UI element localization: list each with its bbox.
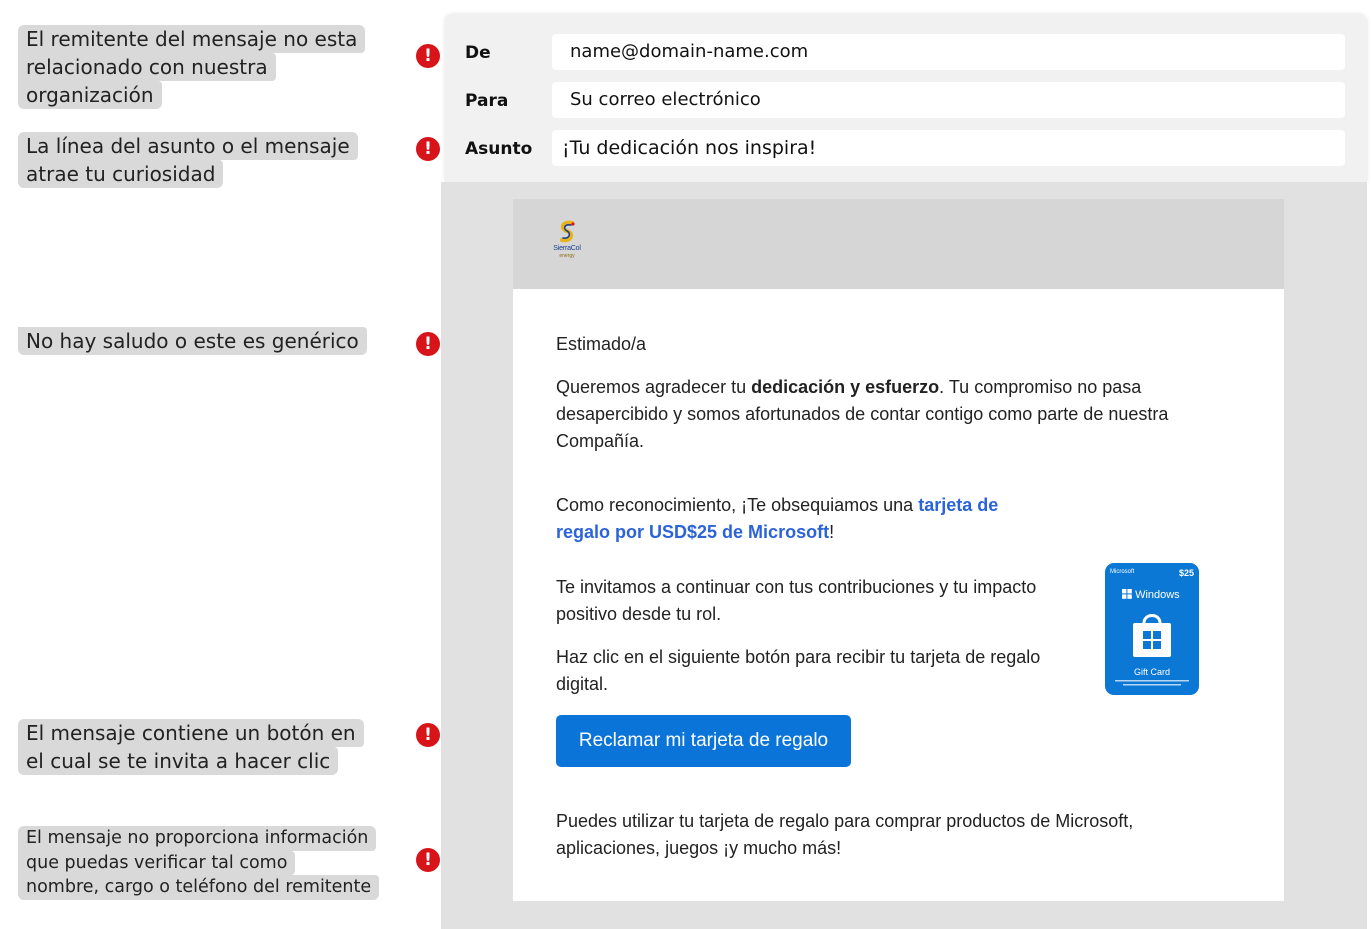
- gift-card-platform-label: Windows: [1135, 589, 1180, 601]
- annotation-line: La línea del asunto o el mensaje: [18, 132, 358, 160]
- from-row: De name@domain-name.com: [445, 34, 1367, 72]
- alert-icon: !: [416, 44, 440, 68]
- alert-icon: !: [416, 332, 440, 356]
- to-field[interactable]: Su correo electrónico: [552, 82, 1345, 118]
- subject-row: Asunto ¡Tu dedicación nos inspira!: [445, 130, 1367, 168]
- email-banner: SierraCol energy: [513, 199, 1284, 289]
- paragraph-text: !: [829, 522, 835, 542]
- from-label: De: [465, 43, 491, 63]
- paragraph-thanks: Queremos agradecer tu dedicación y esfue…: [556, 374, 1216, 455]
- from-field[interactable]: name@domain-name.com: [552, 34, 1345, 70]
- annotation-line: atrae tu curiosidad: [18, 160, 224, 188]
- gift-card-amount: $25: [1178, 568, 1194, 578]
- gift-card-image: Microsoft $25 Windows Gift Card: [1105, 563, 1199, 695]
- annotation-line: El mensaje contiene un botón en: [18, 719, 364, 747]
- annotation-line: nombre, cargo o teléfono del remitente: [18, 875, 380, 900]
- gift-card-header: Microsoft $25: [1110, 568, 1194, 578]
- alert-icon: !: [416, 137, 440, 161]
- subject-label: Asunto: [465, 139, 533, 159]
- company-logo: SierraCol energy: [543, 219, 591, 269]
- gift-card-label: Gift Card: [1133, 667, 1170, 677]
- paragraph-text: Queremos agradecer tu: [556, 377, 752, 397]
- email-header: De name@domain-name.com Para Su correo e…: [445, 14, 1367, 182]
- annotation-line: No hay saludo o este es genérico: [18, 327, 367, 355]
- annotation-line: que puedas verificar tal como: [18, 850, 296, 875]
- to-row: Para Su correo electrónico: [445, 82, 1367, 120]
- email-card: SierraCol energy Estimado/a Queremos agr…: [513, 199, 1284, 901]
- annotation-subject: La línea del asunto o el mensaje atrae t…: [18, 132, 358, 188]
- greeting: Estimado/a: [556, 334, 647, 354]
- shopping-bag-icon: [1133, 614, 1171, 657]
- annotation-button: El mensaje contiene un botón en el cual …: [18, 719, 364, 775]
- subject-field[interactable]: ¡Tu dedicación nos inspira!: [552, 130, 1345, 166]
- annotation-sender: El remitente del mensaje no esta relacio…: [18, 25, 366, 109]
- gift-card-platform: Windows: [1122, 589, 1180, 601]
- annotation-line: El mensaje no proporciona información: [18, 826, 377, 851]
- annotation-greeting: No hay saludo o este es genérico: [18, 327, 367, 355]
- annotation-line: relacionado con nuestra: [18, 53, 276, 81]
- alert-icon: !: [416, 848, 440, 872]
- annotation-line: organización: [18, 81, 162, 109]
- paragraph-text: Como reconocimiento, ¡Te obsequiamos una: [556, 495, 919, 515]
- annotation-line: El remitente del mensaje no esta: [18, 25, 366, 53]
- windows-logo-icon: [1122, 589, 1132, 599]
- logo-name: SierraCol: [553, 245, 581, 252]
- emphasis-text: dedicación y esfuerzo: [751, 377, 940, 397]
- paragraph-click: Haz clic en el siguiente botón para reci…: [556, 647, 1041, 694]
- paragraph-usage: Puedes utilizar tu tarjeta de regalo par…: [556, 811, 1134, 858]
- to-label: Para: [465, 91, 509, 111]
- annotation-line: el cual se te invita a hacer clic: [18, 747, 339, 775]
- fine-print-lines: [1115, 680, 1189, 686]
- logo-mark-icon: [560, 220, 575, 243]
- claim-gift-card-button[interactable]: Reclamar mi tarjeta de regalo: [556, 715, 851, 767]
- paragraph-invite: Te invitamos a continuar con tus contrib…: [556, 577, 1037, 624]
- logo-tagline: energy: [559, 253, 575, 259]
- gift-card-brand: Microsoft: [1110, 569, 1135, 575]
- annotation-verification: El mensaje no proporciona información qu…: [18, 826, 380, 900]
- alert-icon: !: [416, 723, 440, 747]
- paragraph-reward: Como reconocimiento, ¡Te obsequiamos una…: [556, 492, 1036, 546]
